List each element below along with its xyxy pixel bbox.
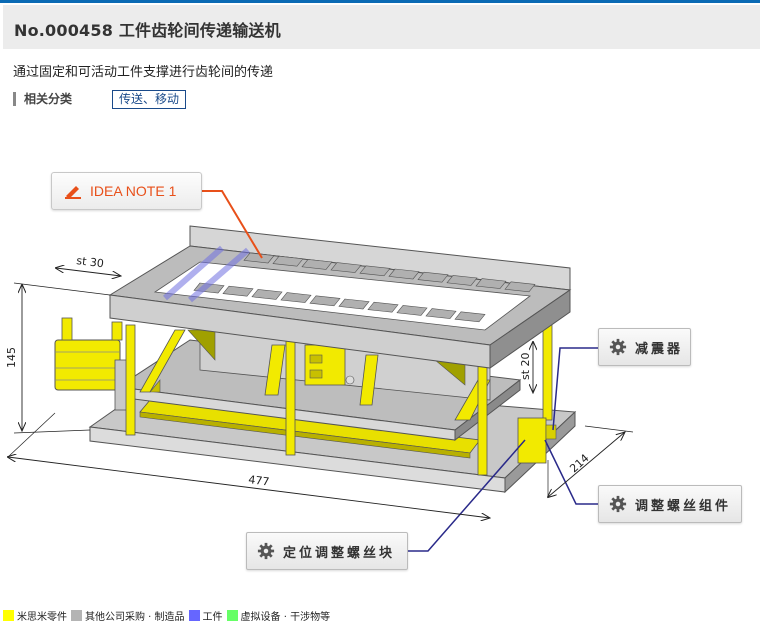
callout-damper[interactable]: 减震器 (598, 328, 691, 366)
legend-label: 其他公司采购 · 制造品 (85, 612, 185, 623)
dim-st30-label: st 30 (76, 254, 105, 270)
callout-adjust-screw-assembly[interactable]: 调整螺丝组件 (598, 485, 742, 523)
legend-item-workpiece: 工件 (188, 608, 223, 623)
idea-note-button[interactable]: IDEA NOTE 1 (51, 172, 202, 210)
callout-positioning-screw-block-label: 定位调整螺丝块 (283, 545, 396, 561)
callout-adjust-screw-assembly-label: 调整螺丝组件 (635, 498, 732, 514)
dim-depth-label: 214 (567, 452, 591, 476)
callout-damper-label: 减震器 (635, 341, 684, 357)
legend-item-misumi: 米思米零件 (3, 608, 67, 623)
legend-swatch (226, 610, 238, 621)
legend-swatch (3, 610, 14, 621)
gear-icon (609, 338, 627, 356)
legend-item-virtual: 虚拟设备 · 干涉物等 (226, 608, 331, 623)
idea-note-label: IDEA NOTE 1 (90, 183, 177, 199)
category-label: 相关分类 (13, 92, 72, 106)
page-subtitle: 通过固定和可活动工件支撑进行齿轮间的传递 (13, 65, 274, 80)
category-tag-link[interactable]: 传送、移动 (112, 90, 187, 109)
legend-swatch (188, 610, 200, 621)
title-bar: No.000458 工件齿轮间传递输送机 (3, 5, 760, 49)
legend-item-other: 其他公司采购 · 制造品 (71, 608, 185, 623)
pencil-icon (65, 186, 81, 199)
legend-label: 米思米零件 (17, 612, 67, 623)
top-accent-bar (0, 0, 760, 3)
screw-assy-leader-line (544, 439, 598, 505)
air-cylinder (54, 317, 134, 411)
gear-icon (257, 542, 275, 560)
page-title: No.000458 工件齿轮间传递输送机 (14, 21, 281, 40)
legend-label: 虚拟设备 · 干涉物等 (240, 612, 331, 623)
callout-positioning-screw-block[interactable]: 定位调整螺丝块 (246, 532, 408, 570)
dim-length-label: 477 (248, 473, 270, 488)
gear-icon (609, 495, 627, 513)
color-legend: 米思米零件 其他公司采购 · 制造品 工件 虚拟设备 · 干涉物等 (3, 608, 334, 623)
dim-st20-label: st 20 (519, 352, 532, 380)
legend-label: 工件 (202, 612, 223, 623)
dim-st30-arrow (56, 268, 121, 276)
legend-swatch (71, 610, 82, 621)
dim-height-label: 145 (5, 347, 18, 368)
